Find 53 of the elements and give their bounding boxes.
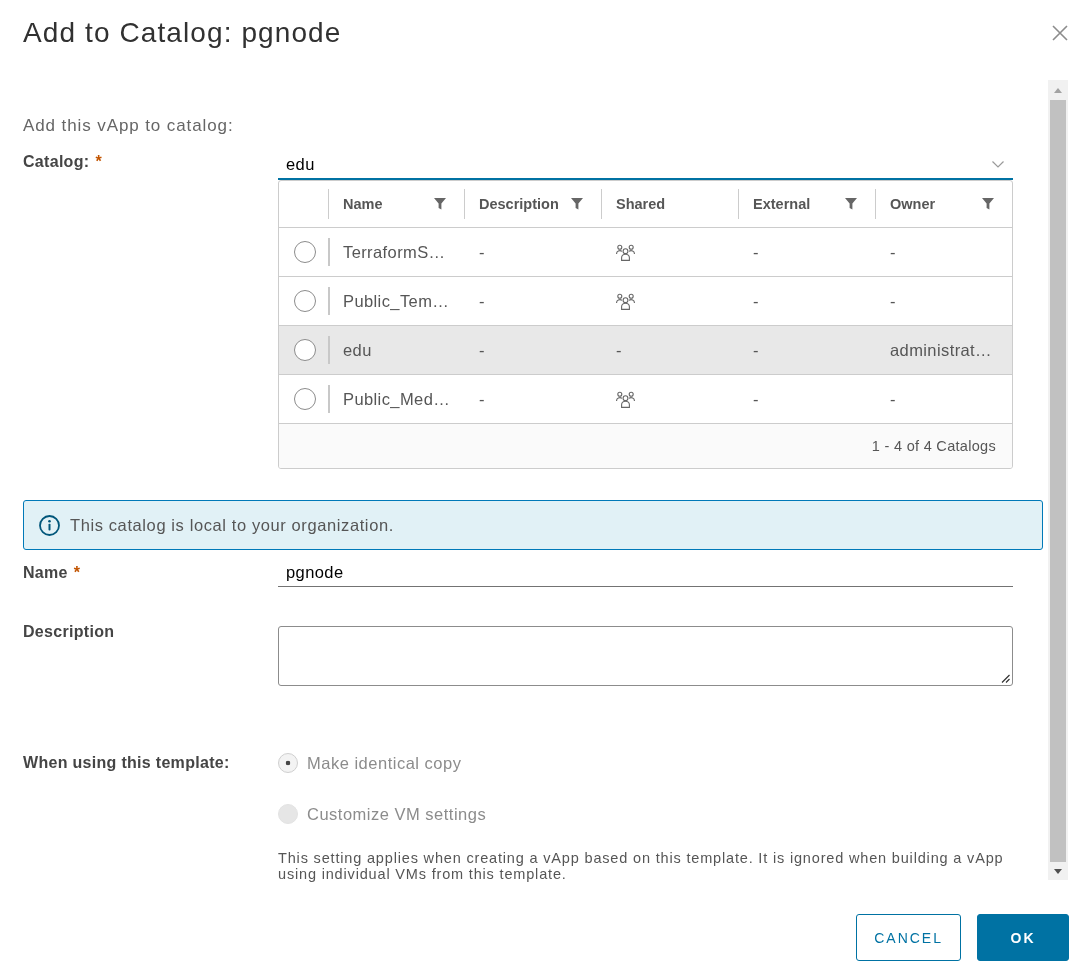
column-header[interactable]: Shared bbox=[616, 196, 666, 212]
table-cell-text: - bbox=[478, 340, 486, 361]
table-cell-text: - bbox=[478, 389, 486, 410]
name-input[interactable]: pgnode bbox=[278, 558, 1013, 587]
dialog-title: Add to Catalog: pgnode bbox=[23, 17, 342, 49]
users-icon bbox=[616, 292, 635, 310]
table-cell-text: - bbox=[752, 340, 760, 361]
table-row[interactable]: edu - - - administrat… bbox=[279, 326, 1012, 375]
radio-button[interactable] bbox=[293, 388, 316, 410]
intro-text: Add this vApp to catalog: bbox=[23, 116, 234, 136]
filter-icon[interactable] bbox=[845, 198, 857, 210]
table-cell-text: - bbox=[478, 291, 486, 312]
chevron-down-icon bbox=[992, 160, 1004, 168]
table-cell-text: - bbox=[889, 242, 897, 263]
field-label: Name * bbox=[23, 562, 81, 583]
users-icon bbox=[616, 390, 635, 408]
description-field[interactable] bbox=[278, 626, 1013, 686]
scroll-up-icon[interactable] bbox=[1054, 87, 1062, 93]
radio-button[interactable] bbox=[293, 241, 316, 263]
radio-label: Make identical copy bbox=[307, 753, 462, 773]
pagination-text: 1 - 4 of 4 Catalogs bbox=[871, 438, 996, 454]
scrollbar-thumb[interactable] bbox=[1050, 100, 1066, 862]
filter-icon[interactable] bbox=[571, 198, 583, 210]
resize-handle-icon[interactable] bbox=[1001, 674, 1010, 683]
table-cell-text: - bbox=[889, 389, 897, 410]
table-cell-text: - bbox=[752, 291, 760, 312]
table-cell-text: administrat… bbox=[889, 340, 993, 361]
info-icon bbox=[39, 514, 60, 536]
table-cell-text: - bbox=[478, 242, 486, 263]
table-cell-text: - bbox=[752, 389, 760, 410]
users-icon bbox=[616, 243, 635, 261]
radio-button[interactable] bbox=[293, 290, 316, 312]
alert-text: This catalog is local to your organization. bbox=[70, 515, 394, 535]
column-header[interactable]: External bbox=[753, 196, 811, 212]
filter-icon[interactable] bbox=[434, 198, 446, 210]
field-label: Description bbox=[23, 622, 115, 642]
radio-label: Customize VM settings bbox=[307, 804, 487, 824]
column-header[interactable]: Owner bbox=[890, 196, 936, 212]
radio-button[interactable] bbox=[293, 339, 316, 361]
table-cell-text: - bbox=[752, 242, 760, 263]
table-cell-text: - bbox=[615, 340, 623, 361]
field-label: Catalog: * bbox=[23, 152, 102, 172]
table-cell-text: - bbox=[889, 291, 897, 312]
close-icon[interactable] bbox=[1052, 25, 1068, 41]
column-header[interactable]: Description bbox=[479, 196, 559, 212]
help-text: This setting applies when creating a vApp based on this template. It is ignored when building a vApp using individual VMs from this template. bbox=[278, 850, 1005, 882]
field-label: When using this template: bbox=[23, 753, 230, 773]
scrollbar[interactable] bbox=[1048, 80, 1068, 880]
ok-button[interactable]: OK bbox=[977, 914, 1069, 961]
filter-icon[interactable] bbox=[982, 198, 994, 210]
scroll-down-icon[interactable] bbox=[1054, 868, 1062, 874]
cancel-button[interactable]: CANCEL bbox=[856, 914, 961, 961]
column-header[interactable]: Name bbox=[343, 196, 383, 212]
